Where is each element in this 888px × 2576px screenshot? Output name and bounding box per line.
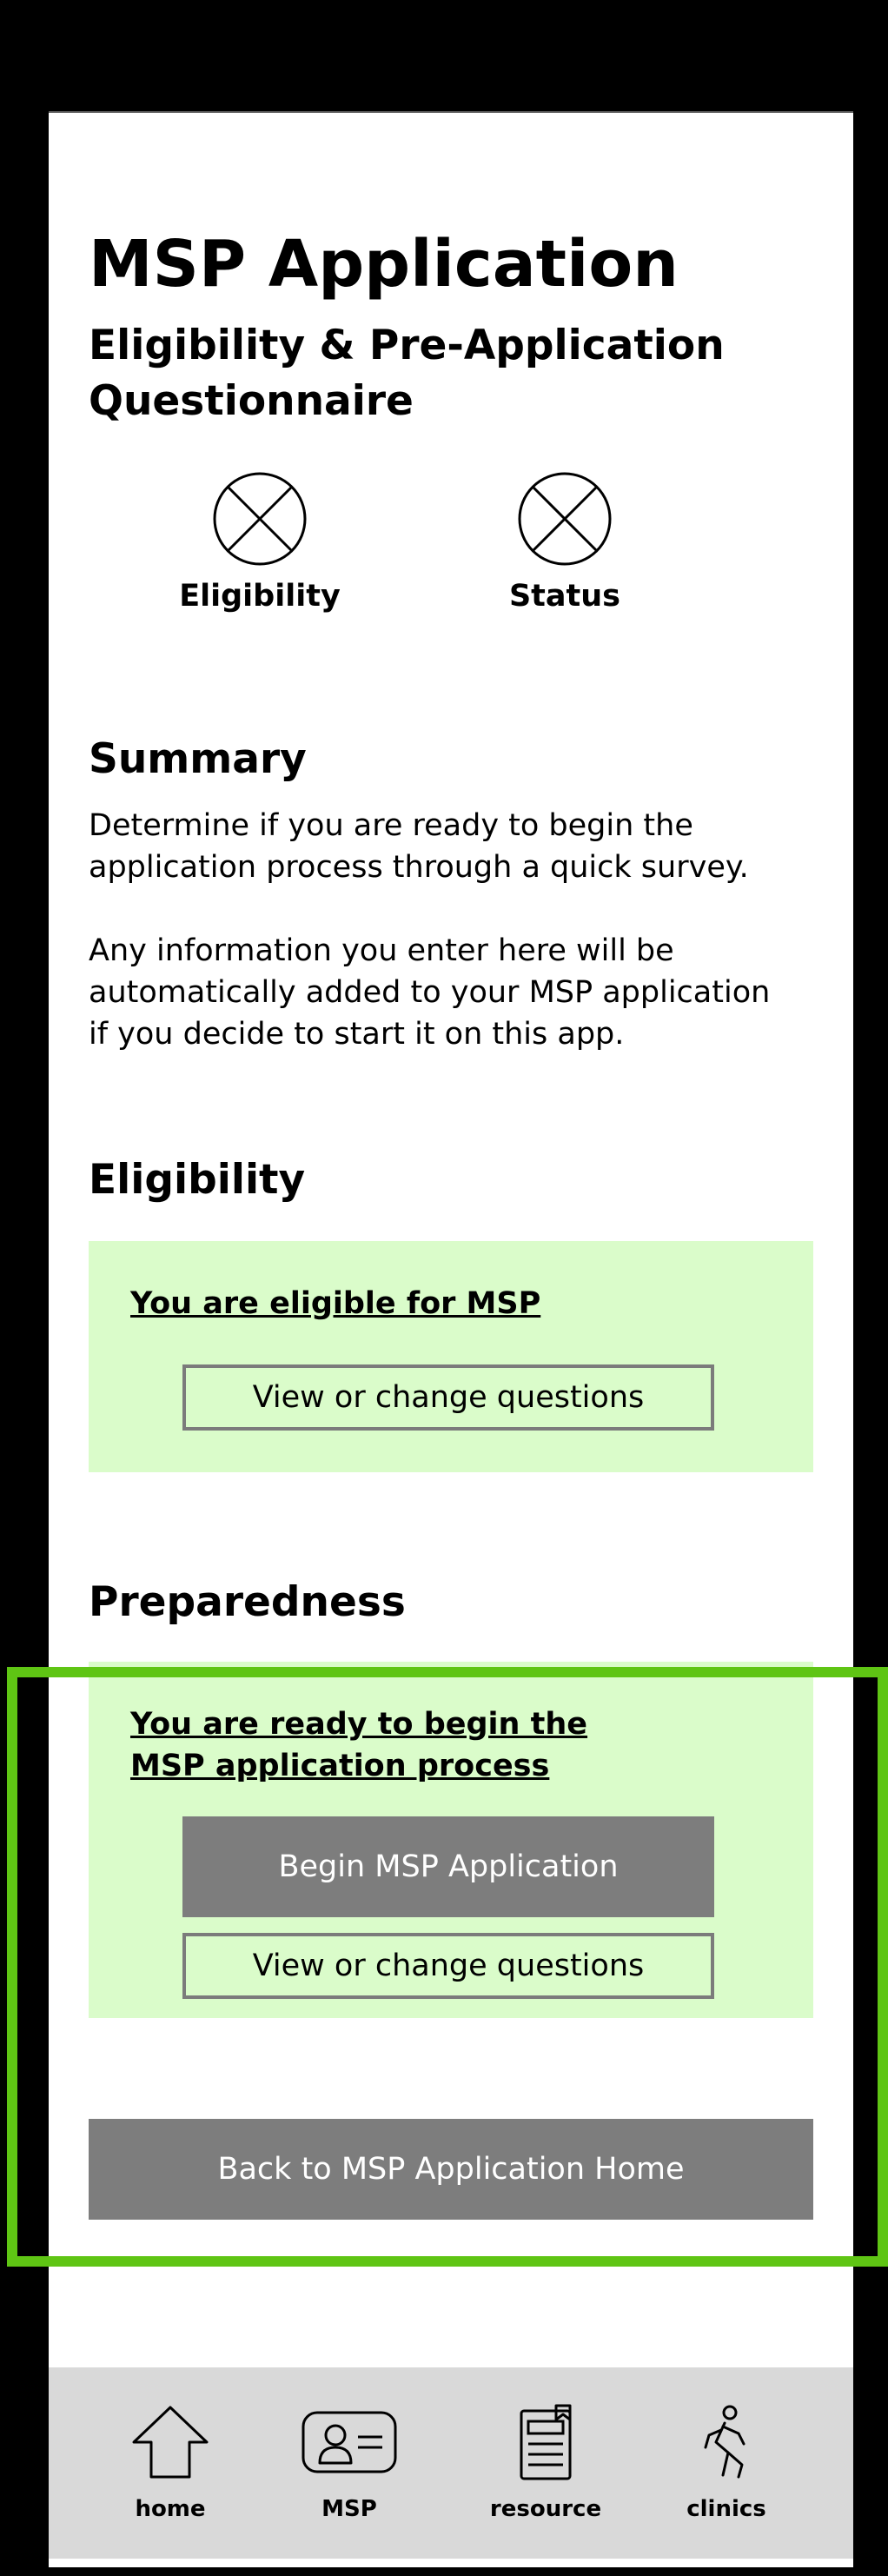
- status-indicator-eligibility: Eligibility: [164, 471, 355, 614]
- running-person-icon: [704, 2405, 746, 2479]
- page-title: MSP Application: [89, 227, 679, 302]
- page-subtitle: Eligibility & Pre-Application Questionna…: [89, 322, 725, 425]
- nav-item-clinics[interactable]: clinics: [657, 2367, 796, 2559]
- status-label-eligibility: Eligibility: [179, 579, 341, 614]
- bottom-navigation: home MSP resource clinics: [49, 2367, 853, 2559]
- status-label-status: Status: [508, 579, 621, 614]
- home-icon: [132, 2406, 209, 2479]
- eligibility-change-questions-button[interactable]: View or change questions: [182, 1364, 714, 1431]
- status-indicator-status: Status: [469, 471, 660, 614]
- preparedness-card: You are ready to begin the MSP applicati…: [89, 1662, 813, 2018]
- eligibility-card: You are eligible for MSP View or change …: [89, 1241, 813, 1472]
- preparedness-message: You are ready to begin the MSP applicati…: [130, 1707, 588, 1783]
- id-card-icon: [302, 2411, 397, 2473]
- summary-paragraph-2: Any information you enter here will be a…: [89, 933, 771, 1052]
- app-screen: MSP Application Eligibility & Pre-Applic…: [49, 111, 853, 2567]
- preparedness-change-questions-button[interactable]: View or change questions: [182, 1933, 714, 1999]
- screen: MSP Application Eligibility & Pre-Applic…: [0, 0, 888, 2576]
- nav-label-msp: MSP: [321, 2496, 377, 2522]
- eligibility-heading: Eligibility: [89, 1156, 306, 1204]
- back-to-msp-home-button[interactable]: Back to MSP Application Home: [89, 2119, 813, 2220]
- document-icon: [520, 2404, 572, 2480]
- begin-msp-application-button[interactable]: Begin MSP Application: [182, 1816, 714, 1917]
- nav-item-home[interactable]: home: [101, 2367, 240, 2559]
- placeholder-x-icon: [213, 472, 307, 566]
- nav-label-clinics: clinics: [686, 2496, 766, 2522]
- nav-item-resource[interactable]: resource: [476, 2367, 615, 2559]
- preparedness-heading: Preparedness: [89, 1578, 406, 1626]
- placeholder-x-icon: [518, 472, 612, 566]
- eligibility-message: You are eligible for MSP: [130, 1286, 541, 1321]
- nav-label-home: home: [135, 2496, 206, 2522]
- nav-label-resource: resource: [489, 2496, 602, 2522]
- nav-item-msp[interactable]: MSP: [280, 2367, 419, 2559]
- summary-heading: Summary: [89, 735, 307, 783]
- summary-paragraph-1: Determine if you are ready to begin the …: [89, 808, 749, 885]
